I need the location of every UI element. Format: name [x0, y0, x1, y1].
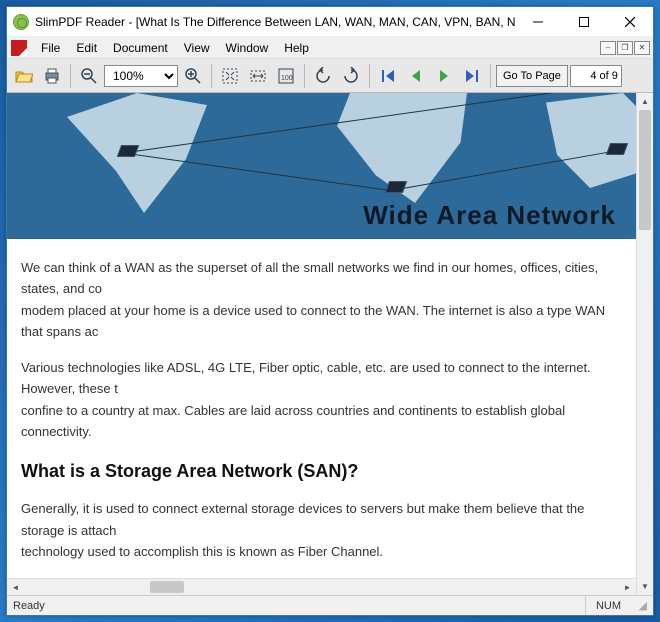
goto-page-button[interactable]: Go To Page: [496, 65, 568, 87]
prev-page-button[interactable]: [403, 63, 429, 89]
app-icon: [13, 14, 29, 30]
menu-document[interactable]: Document: [105, 37, 176, 59]
svg-text:100: 100: [281, 75, 293, 82]
zoom-out-button[interactable]: [76, 63, 102, 89]
menubar: File Edit Document View Window Help – ❐ …: [7, 37, 653, 59]
zoom-select[interactable]: 100%: [104, 65, 178, 87]
rotate-ccw-button[interactable]: [310, 63, 336, 89]
wan-illustration: Wide Area Network: [7, 93, 636, 239]
toolbar: 100% 100: [7, 59, 653, 93]
scroll-left-icon[interactable]: ◄: [7, 579, 24, 595]
first-page-button[interactable]: [375, 63, 401, 89]
paragraph: We can think of a WAN as the superset of…: [21, 257, 622, 343]
statusbar: Ready NUM ◢: [7, 595, 653, 615]
illustration-title: Wide Area Network: [363, 200, 616, 231]
titlebar: SlimPDF Reader - [What Is The Difference…: [7, 7, 653, 37]
menu-help[interactable]: Help: [276, 37, 317, 59]
menu-file[interactable]: File: [33, 37, 68, 59]
mdi-controls: – ❐ ✕: [600, 41, 653, 55]
paragraph: Various technologies like ADSL, 4G LTE, …: [21, 357, 622, 443]
open-button[interactable]: [11, 63, 37, 89]
scroll-down-icon[interactable]: ▼: [637, 578, 653, 595]
zoom-in-button[interactable]: [180, 63, 206, 89]
document-page[interactable]: Wide Area Network We can think of a WAN …: [7, 93, 636, 577]
app-window: SlimPDF Reader - [What Is The Difference…: [6, 6, 654, 616]
numlock-indicator: NUM: [585, 596, 631, 615]
status-text: Ready: [13, 600, 45, 612]
document-type-icon: [11, 40, 27, 56]
heading-san: What is a Storage Area Network (SAN)?: [21, 457, 622, 487]
vscroll-thumb[interactable]: [639, 110, 651, 230]
print-button[interactable]: [39, 63, 65, 89]
menu-edit[interactable]: Edit: [68, 37, 105, 59]
horizontal-scrollbar[interactable]: ◄ ►: [7, 578, 636, 595]
window-controls: [515, 7, 653, 36]
client-area: Wide Area Network We can think of a WAN …: [7, 93, 653, 595]
minimize-button[interactable]: [515, 7, 561, 36]
mdi-close-button[interactable]: ✕: [634, 41, 650, 55]
menu-window[interactable]: Window: [218, 37, 277, 59]
vertical-scrollbar[interactable]: ▲ ▼: [636, 93, 653, 595]
paragraph: Generally, it is used to connect externa…: [21, 498, 622, 562]
resize-grip-icon[interactable]: ◢: [631, 599, 647, 612]
close-button[interactable]: [607, 7, 653, 36]
last-page-button[interactable]: [459, 63, 485, 89]
maximize-button[interactable]: [561, 7, 607, 36]
scroll-right-icon[interactable]: ►: [619, 579, 636, 595]
document-viewport: Wide Area Network We can think of a WAN …: [7, 93, 636, 595]
scroll-up-icon[interactable]: ▲: [637, 93, 653, 110]
window-title: SlimPDF Reader - [What Is The Difference…: [35, 15, 515, 29]
hscroll-thumb[interactable]: [150, 581, 184, 593]
mdi-minimize-button[interactable]: –: [600, 41, 616, 55]
rotate-cw-button[interactable]: [338, 63, 364, 89]
fit-page-button[interactable]: [217, 63, 243, 89]
next-page-button[interactable]: [431, 63, 457, 89]
mdi-restore-button[interactable]: ❐: [617, 41, 633, 55]
page-number-field[interactable]: [570, 65, 622, 87]
read-more-line: Read More: What's WWW And The Internet? …: [21, 577, 622, 578]
actual-size-button[interactable]: 100: [273, 63, 299, 89]
menu-view[interactable]: View: [176, 37, 218, 59]
fit-width-button[interactable]: [245, 63, 271, 89]
